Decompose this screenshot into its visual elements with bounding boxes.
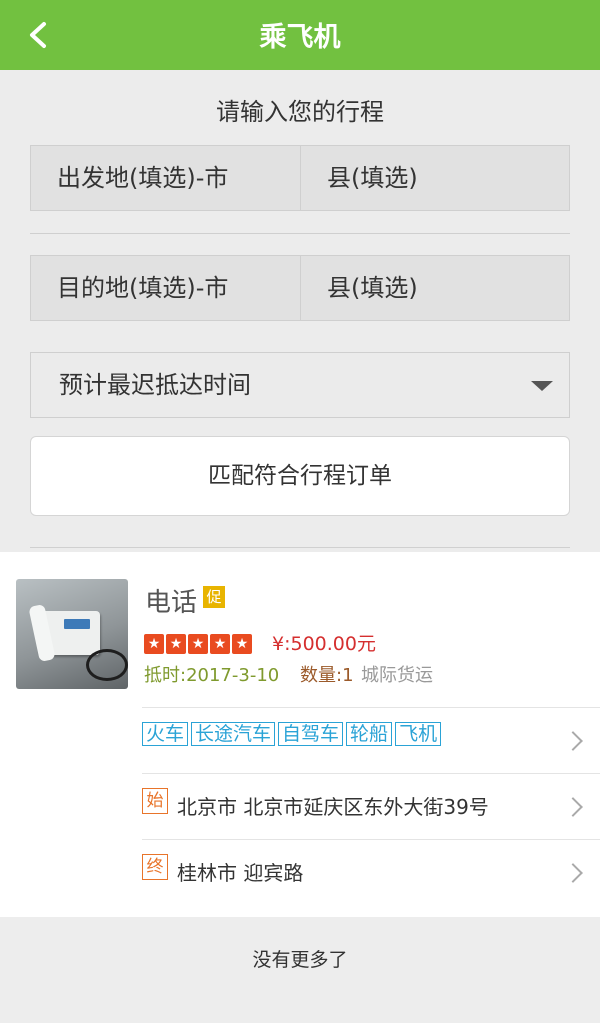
transport-tags: 火车 长途汽车 自驾车 轮船 飞机: [142, 722, 444, 746]
star-icon: ★: [210, 634, 230, 654]
top-bar: 乘飞机: [0, 0, 600, 70]
transport-tag: 长途汽车: [191, 722, 276, 746]
departure-county-field[interactable]: 县(填选): [301, 146, 569, 210]
arrival-time-label: 预计最迟抵达时间: [59, 371, 251, 399]
order-card[interactable]: 电话 促 ★ ★ ★ ★ ★ ¥:500.00元 抵时:2017-3-10 数量:1 城…: [0, 552, 600, 917]
departure-city-field[interactable]: 出发地(填选)-市: [31, 146, 301, 210]
divider: [30, 547, 570, 548]
service-type: 城际货运: [361, 665, 433, 686]
departure-fields: 出发地(填选)-市 县(填选): [30, 145, 570, 211]
promo-badge: 促: [203, 586, 225, 608]
star-icon: ★: [144, 634, 164, 654]
destination-fields: 目的地(填选)-市 县(填选): [30, 255, 570, 321]
divider: [30, 233, 570, 234]
transport-tag: 轮船: [346, 722, 393, 746]
star-icon: ★: [166, 634, 186, 654]
origin-address: 北京市 北京市延庆区东外大街39号: [177, 795, 489, 819]
origin-icon: 始: [142, 788, 168, 814]
transport-modes-row[interactable]: 火车 长途汽车 自驾车 轮船 飞机: [142, 707, 600, 774]
chevron-right-icon: [563, 731, 583, 751]
transport-tag: 飞机: [395, 722, 442, 746]
arrival-date: 抵时:2017-3-10: [144, 665, 280, 686]
chevron-right-icon: [563, 797, 583, 817]
transport-tag: 火车: [142, 722, 189, 746]
dropdown-caret-icon: [531, 381, 553, 391]
transport-tag: 自驾车: [278, 722, 344, 746]
chevron-right-icon: [563, 863, 583, 883]
destination-row[interactable]: 终 桂林市 迎宾路: [142, 839, 600, 906]
star-icon: ★: [232, 634, 252, 654]
destination-icon: 终: [142, 854, 168, 880]
no-more-label: 没有更多了: [252, 949, 348, 971]
product-thumbnail: [16, 579, 128, 689]
origin-row[interactable]: 始 北京市 北京市延庆区东外大街39号: [142, 773, 600, 840]
form-heading: 请输入您的行程: [216, 98, 384, 126]
arrival-time-select[interactable]: 预计最迟抵达时间: [30, 352, 570, 418]
star-icon: ★: [188, 634, 208, 654]
match-orders-button[interactable]: 匹配符合行程订单: [30, 436, 570, 516]
item-name: 电话: [145, 588, 198, 618]
quantity: 数量:1: [300, 665, 354, 686]
itinerary-form: 请输入您的行程 出发地(填选)-市 县(填选) 目的地(填选)-市 县(填选) …: [0, 70, 600, 552]
page-title: 乘飞机: [259, 22, 341, 53]
destination-county-field[interactable]: 县(填选): [301, 256, 569, 320]
destination-city-field[interactable]: 目的地(填选)-市: [31, 256, 301, 320]
destination-address: 桂林市 迎宾路: [177, 861, 304, 885]
rating-stars: ★ ★ ★ ★ ★: [144, 633, 254, 654]
price: ¥:500.00元: [272, 633, 376, 655]
